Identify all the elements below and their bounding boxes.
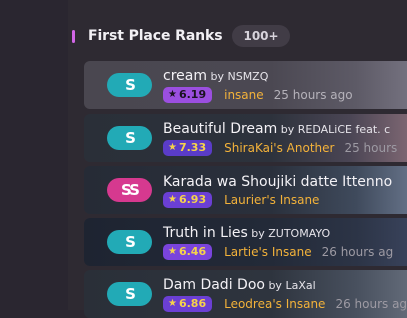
- by-label: by: [206, 70, 228, 83]
- star-icon: ★: [168, 246, 177, 257]
- osu-mania-icon: S: [107, 126, 152, 150]
- score-timestamp: 26 hours ag: [321, 245, 394, 259]
- score-info: Karada wa Shoujiki datte Ittenno ★ 6.93 Lau…: [163, 173, 392, 208]
- difficulty-name[interactable]: Laurier's Insane: [224, 192, 319, 208]
- beatmap-artist: ZUTOMAYO: [268, 227, 331, 240]
- score-info: Truth in Lies by ZUTOMAYO ★ 6.46 Lartie's I…: [163, 224, 393, 260]
- beatmap-title: Dam Dadi Doo: [163, 277, 265, 293]
- star-icon: ★: [168, 89, 177, 100]
- beatmap-title: Karada wa Shoujiki datte Ittenno: [163, 173, 393, 190]
- score-info: Dam Dadi Doo by LaXal ★ 6.86 Leodrea's Insa…: [163, 276, 407, 312]
- beatmap-title-line[interactable]: Dam Dadi Doo by LaXal: [163, 276, 407, 295]
- score-meta: ★ 6.19 insane 25 hours ago: [163, 87, 353, 103]
- star-rating-value: 6.46: [178, 245, 207, 258]
- accent-bar: [72, 29, 75, 43]
- score-row[interactable]: S Dam Dadi Doo by LaXal ★ 6.86 Leodrea's Ins…: [84, 270, 407, 318]
- beatmap-artist: LaXal: [285, 279, 316, 292]
- beatmap-title-line[interactable]: Karada wa Shoujiki datte Ittenno: [163, 173, 392, 191]
- section-header: First Place Ranks 100+: [72, 24, 290, 48]
- count-badge: 100+: [232, 25, 290, 47]
- beatmap-artist: REDALiCE feat. c: [297, 123, 391, 136]
- score-timestamp: 25 hours: [344, 141, 398, 155]
- difficulty-name[interactable]: insane: [224, 87, 264, 103]
- osu-mania-icon: S: [107, 73, 152, 97]
- mode-glyph: S: [125, 285, 136, 303]
- star-rating-badge: ★ 7.33: [163, 140, 213, 156]
- star-rating-value: 7.33: [178, 141, 207, 154]
- star-icon: ★: [168, 193, 177, 205]
- star-rating-badge: ★ 6.93: [163, 191, 213, 208]
- osu-mania-icon: SS: [107, 178, 152, 202]
- difficulty-name[interactable]: ShiraKai's Another: [224, 140, 334, 156]
- beatmap-title-line[interactable]: Beautiful Dream by REDALiCE feat. c: [163, 120, 397, 139]
- score-row[interactable]: S Beautiful Dream by REDALiCE feat. c ★ 7.3…: [84, 114, 407, 162]
- score-meta: ★ 7.33 ShiraKai's Another 25 hours: [163, 140, 397, 156]
- score-row[interactable]: S Truth in Lies by ZUTOMAYO ★ 6.46 Lartie's …: [84, 218, 407, 266]
- side-strip: [0, 0, 68, 310]
- mode-glyph: SS: [121, 181, 140, 199]
- star-rating-value: 6.93: [178, 192, 207, 206]
- osu-mania-icon: S: [107, 282, 152, 306]
- by-label: by: [264, 279, 286, 292]
- score-row[interactable]: Scream by NSMZQ ★ 6.19 insane 25 hours ago: [84, 61, 407, 109]
- by-label: by: [277, 123, 298, 136]
- beatmap-title: cream: [163, 68, 207, 84]
- score-info: Beautiful Dream by REDALiCE feat. c ★ 7.33…: [163, 120, 397, 156]
- star-rating-badge: ★ 6.19: [163, 87, 213, 103]
- section-title: First Place Ranks: [88, 28, 223, 44]
- beatmap-artist: NSMZQ: [227, 70, 269, 83]
- star-rating-value: 6.19: [178, 88, 207, 101]
- difficulty-name[interactable]: Lartie's Insane: [224, 244, 312, 260]
- score-meta: ★ 6.93 Laurier's Insane: [163, 191, 392, 208]
- beatmap-title-line[interactable]: cream by NSMZQ: [163, 67, 353, 86]
- beatmap-title: Beautiful Dream: [163, 121, 278, 137]
- star-rating-badge: ★ 6.46: [163, 244, 213, 260]
- beatmap-title-line[interactable]: Truth in Lies by ZUTOMAYO: [163, 224, 393, 243]
- first-place-ranks-panel: First Place Ranks 100+ Scream by NSMZQ ★ 6…: [0, 0, 407, 318]
- mode-glyph: S: [125, 129, 136, 147]
- star-icon: ★: [168, 142, 177, 153]
- mode-glyph: S: [125, 76, 136, 94]
- by-label: by: [247, 227, 269, 240]
- beatmap-title: Truth in Lies: [163, 225, 248, 241]
- score-timestamp: 25 hours ago: [273, 88, 353, 102]
- mode-glyph: S: [125, 233, 136, 251]
- score-row[interactable]: SS Karada wa Shoujiki datte Ittenno ★ 6.93 L…: [84, 166, 407, 214]
- osu-mania-icon: S: [107, 230, 152, 254]
- score-meta: ★ 6.46 Lartie's Insane 26 hours ag: [163, 244, 393, 260]
- score-info: cream by NSMZQ ★ 6.19 insane 25 hours ago: [163, 67, 353, 103]
